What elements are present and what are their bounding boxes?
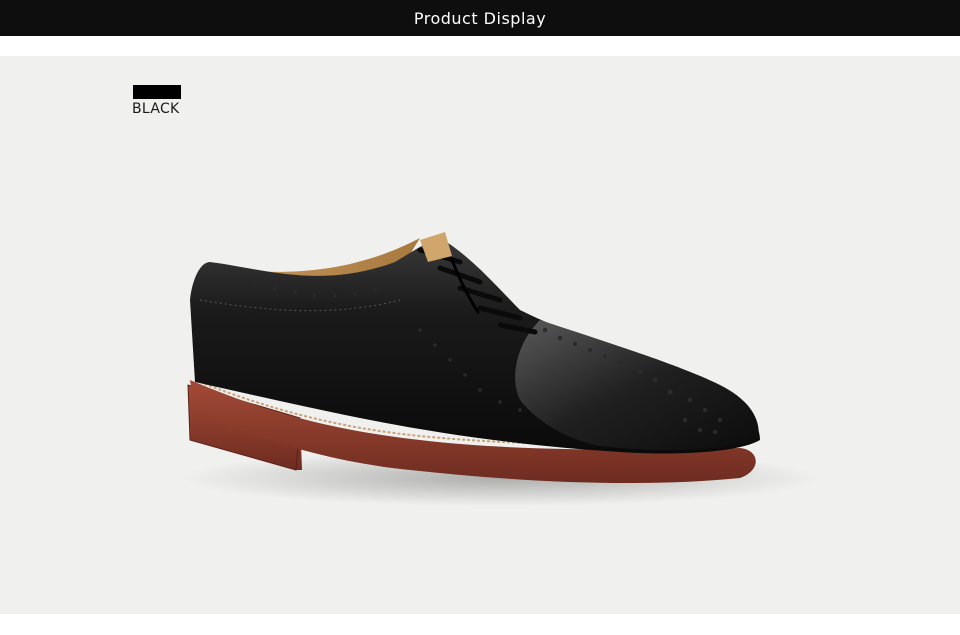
oxford-brogue-shoe-icon [180, 232, 820, 506]
page-header: Product Display [0, 0, 960, 36]
page-title: Product Display [413, 8, 547, 28]
product-image [0, 56, 960, 614]
